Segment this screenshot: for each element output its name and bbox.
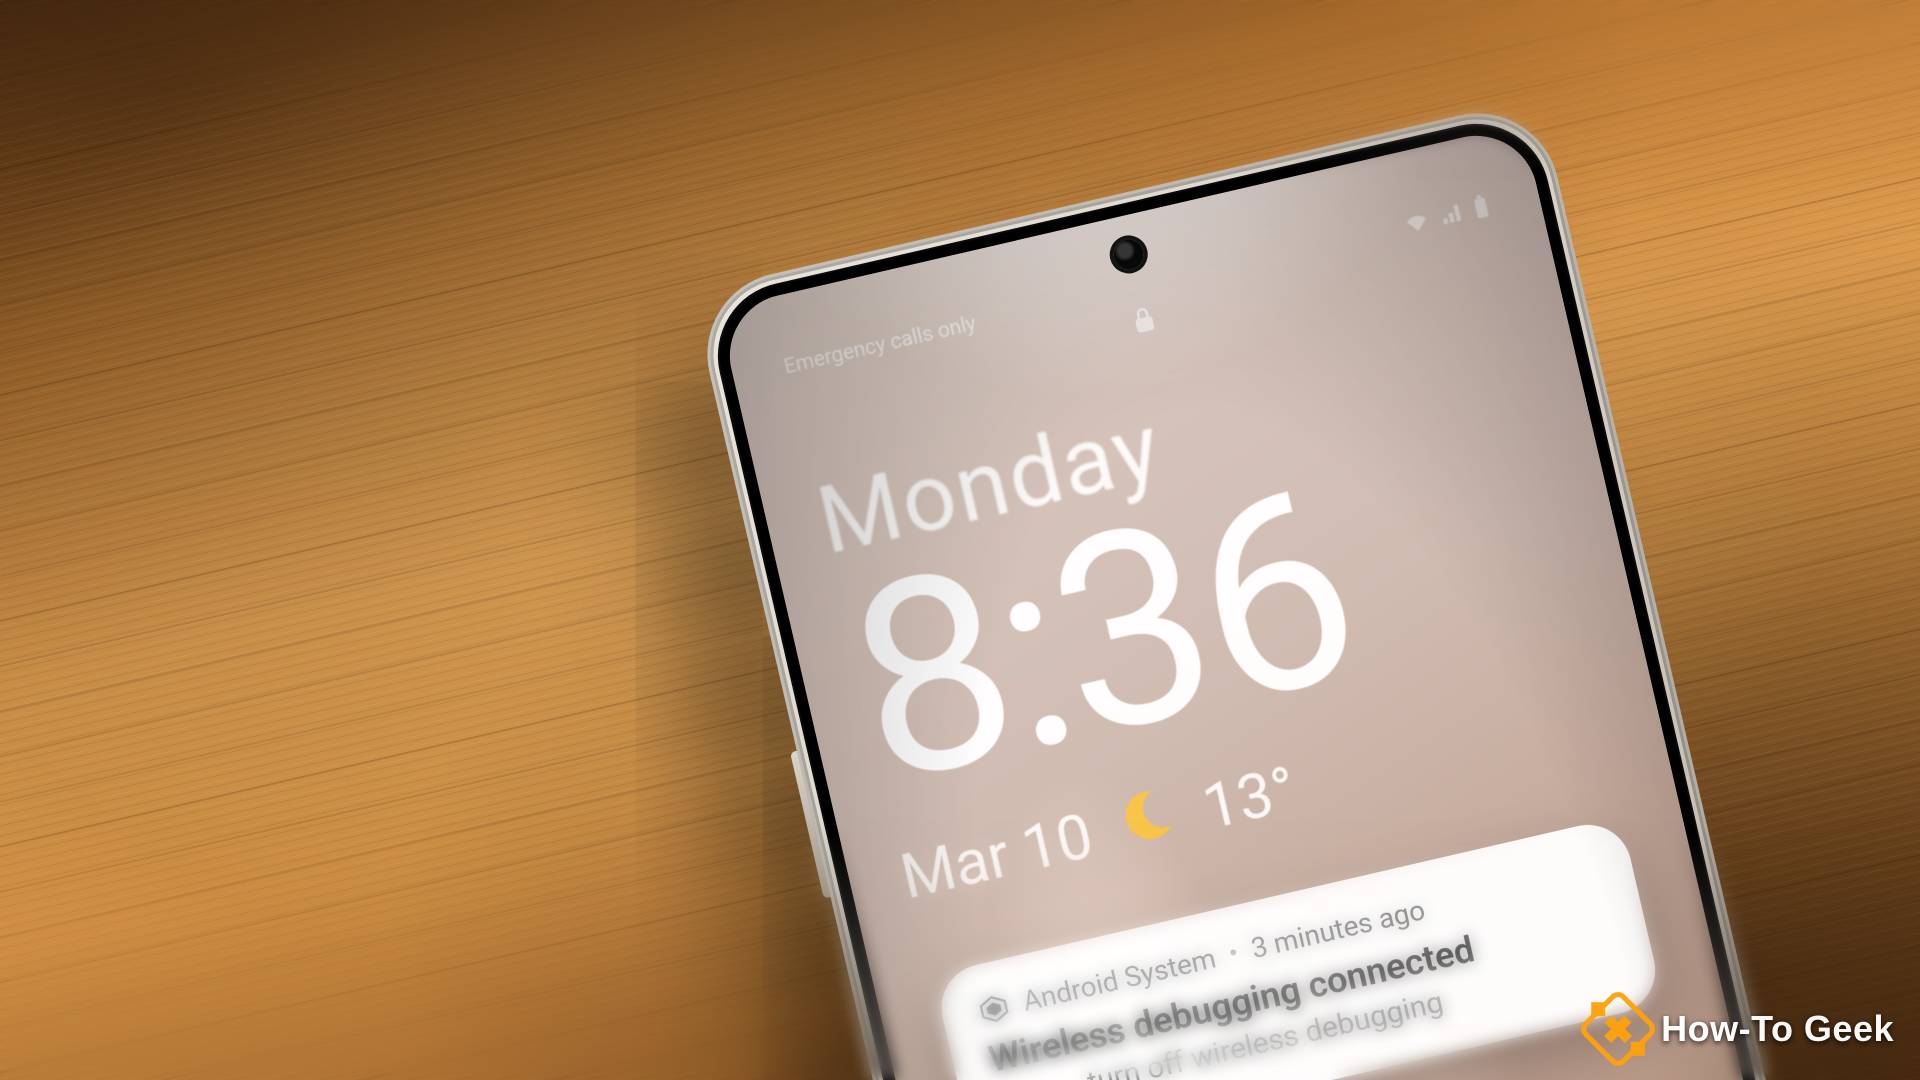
howtogeek-logo-icon (1577, 988, 1659, 1070)
status-icons (1401, 194, 1490, 237)
lock-icon (1125, 301, 1163, 339)
signal-icon (1439, 201, 1465, 225)
android-system-icon (975, 990, 1013, 1028)
moon-icon (1112, 781, 1183, 865)
phone: Emergency calls only (691, 97, 1920, 1080)
clock-widget: Monday 8:36 Mar 10 13° (810, 315, 1615, 915)
separator-dot: • (1225, 937, 1242, 971)
phone-screen[interactable]: Emergency calls only (718, 124, 1920, 1080)
watermark-text: How-To Geek (1661, 1008, 1894, 1050)
emergency-calls-label: Emergency calls only (782, 312, 979, 380)
depth-blur-top (0, 0, 1920, 180)
wooden-table-background: Emergency calls only (0, 0, 1920, 1080)
battery-icon (1472, 194, 1491, 221)
watermark: How-To Geek (1589, 1000, 1894, 1058)
phone-body: Emergency calls only (691, 97, 1920, 1080)
wifi-icon (1402, 209, 1432, 234)
